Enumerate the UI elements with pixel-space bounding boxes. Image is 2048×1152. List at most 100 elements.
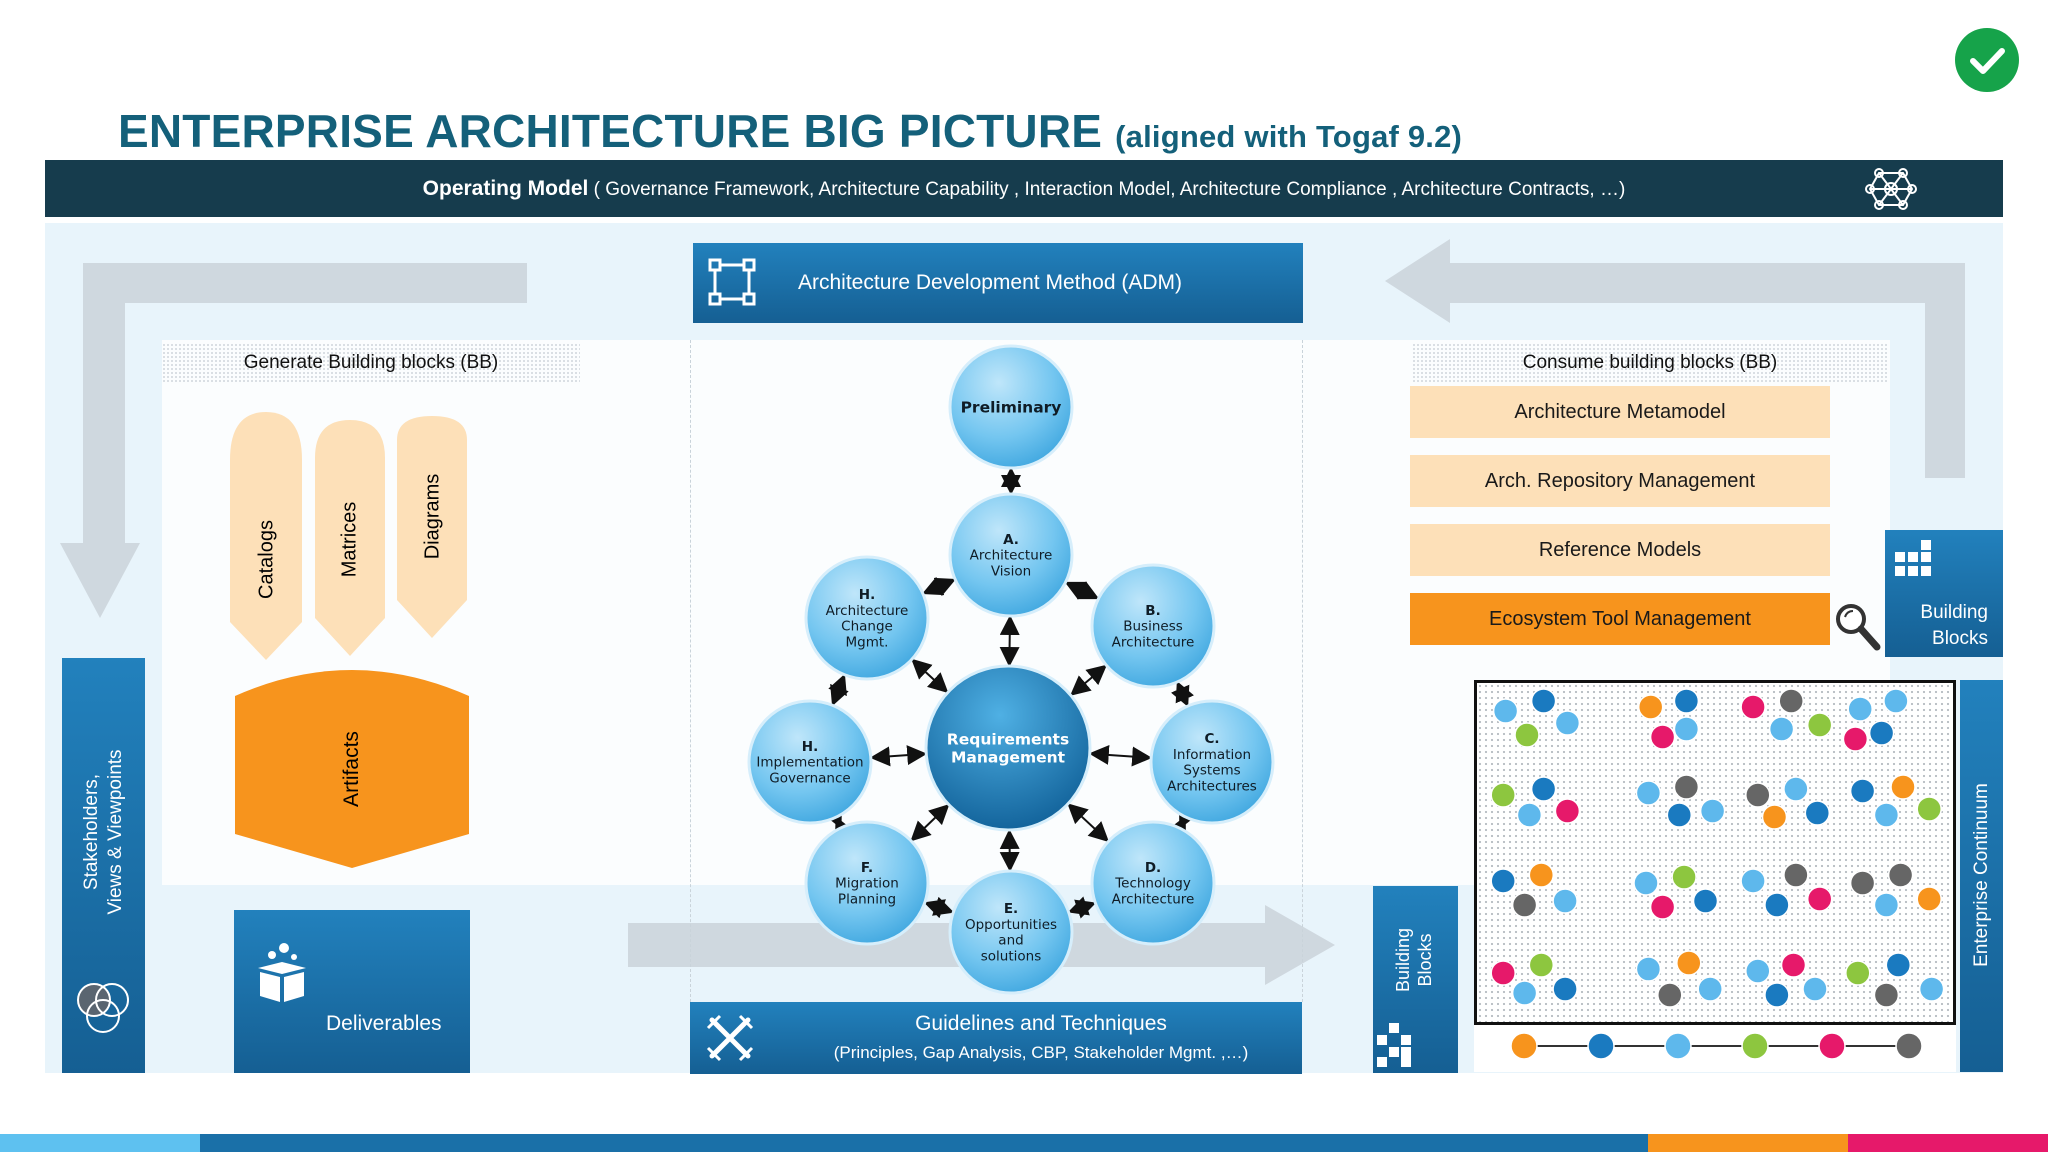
phase-a-line: Architecture: [970, 548, 1053, 564]
link-center-f: [910, 804, 950, 842]
building-block-ball: [1671, 864, 1697, 890]
phase-h-change-line: H.: [859, 587, 875, 603]
bb-bottom-line1: Building: [1393, 927, 1413, 993]
phase-e-line: and: [998, 933, 1023, 949]
continuum-ball: [1741, 1032, 1769, 1060]
generate-bb-header: Generate Building blocks (BB): [162, 343, 580, 383]
building-block-ball: [1516, 802, 1543, 828]
building-block-ball: [1554, 710, 1581, 736]
building-block-ball: [1635, 956, 1662, 982]
phase-b-line: Architecture: [1112, 635, 1195, 651]
consume-item-repository[interactable]: Arch. Repository Management: [1410, 455, 1830, 507]
guidelines-title: Guidelines and Techniques: [915, 1012, 1167, 1035]
building-block-ball: [1528, 862, 1555, 888]
building-block-ball: [1649, 894, 1676, 920]
building-block-ball: [1873, 802, 1900, 828]
building-block-ball: [1885, 952, 1912, 978]
building-block-ball: [1530, 688, 1557, 714]
bb-right-line2: Blocks: [1932, 628, 1988, 649]
phase-h-impl-line: Implementation: [756, 755, 863, 771]
building-block-ball: [1780, 952, 1807, 978]
operating-model-detail: ( Governance Framework, Architecture Cap…: [593, 179, 1626, 200]
building-block-ball: [1673, 716, 1700, 742]
building-block-ball: [1873, 982, 1900, 1008]
operating-model-label: Operating Model: [422, 177, 589, 200]
building-block-ball: [1649, 724, 1676, 750]
link-h-change-a: [921, 576, 957, 597]
title-main: ENTERPRISE ARCHITECTURE BIG PICTURE: [118, 105, 1103, 157]
bb-bottom-line2: Blocks: [1415, 933, 1435, 987]
building-block-ball: [1673, 774, 1700, 800]
link-h-impl-h-change: [828, 673, 849, 707]
building-block-ball: [1633, 870, 1659, 896]
diagrams-label: Diagrams: [421, 473, 444, 560]
magnifier-icon[interactable]: [1833, 601, 1881, 653]
building-block-ball: [1783, 862, 1809, 888]
link-e-f: [923, 896, 955, 919]
building-block-ball: [1890, 774, 1916, 800]
workflow-icon: [708, 258, 756, 306]
adm-cycle-diagram: RequirementsManagementPreliminaryA.Archi…: [747, 344, 1275, 995]
phase-preliminary-line: Preliminary: [961, 398, 1062, 416]
building-block-ball: [1847, 696, 1873, 722]
adm-header[interactable]: Architecture Development Method (ADM): [693, 243, 1303, 323]
building-block-ball: [1635, 780, 1662, 806]
operating-model-bar: Operating Model ( Governance Framework, …: [45, 160, 2003, 217]
link-c-d: [1167, 806, 1198, 839]
requirements-management-line: Requirements: [947, 730, 1069, 748]
continuum-ball: [1664, 1032, 1692, 1060]
network-icon: [1865, 168, 1917, 210]
building-block-ball: [1511, 980, 1538, 1006]
building-block-ball: [1528, 952, 1555, 978]
building-block-ball: [1849, 870, 1876, 896]
consume-item-reference-models[interactable]: Reference Models: [1410, 524, 1830, 576]
enterprise-continuum-label: Enterprise Continuum: [1971, 783, 1992, 967]
continuum-ball: [1587, 1032, 1615, 1060]
phase-c-line: Information: [1173, 747, 1251, 763]
phase-f-line: Planning: [838, 892, 896, 908]
deliverables-label: Deliverables: [326, 1012, 442, 1035]
building-block-ball: [1657, 982, 1683, 1008]
phase-f-line: Migration: [835, 876, 899, 892]
building-block-ball: [1552, 976, 1578, 1002]
deliverables-box[interactable]: Deliverables: [234, 910, 470, 1073]
catalogs-label: Catalogs: [255, 520, 278, 599]
building-block-ball: [1804, 800, 1831, 826]
phase-c-line: Architectures: [1167, 779, 1257, 795]
building-block-grid: [1474, 680, 1956, 1072]
link-b-c: [1170, 681, 1195, 707]
blocks-icon: [1377, 1023, 1411, 1067]
building-block-ball: [1783, 776, 1809, 802]
link-d-e: [1067, 896, 1097, 919]
building-block-ball: [1868, 720, 1895, 746]
building-block-ball: [1490, 782, 1516, 808]
building-block-ball: [1778, 688, 1804, 714]
enterprise-continuum-bar: Enterprise Continuum: [1960, 680, 2003, 1072]
venn-icon: [77, 983, 129, 1033]
building-block-ball: [1692, 888, 1719, 914]
building-block-ball: [1845, 960, 1871, 986]
continuum-ball: [1510, 1032, 1538, 1060]
building-block-ball: [1552, 888, 1578, 914]
guidelines-box[interactable]: Guidelines and Techniques (Principles, G…: [690, 1002, 1302, 1074]
consume-item-ecosystem[interactable]: Ecosystem Tool Management: [1410, 593, 1830, 645]
building-block-ball: [1554, 798, 1581, 824]
phase-a-line: Vision: [991, 564, 1031, 580]
phase-c-line: C.: [1204, 731, 1219, 747]
building-block-ball: [1676, 950, 1702, 976]
building-blocks-right: Building Blocks: [1885, 530, 2003, 657]
link-center-d: [1067, 803, 1110, 843]
building-block-ball: [1740, 868, 1766, 894]
link-center-e: [999, 828, 1020, 873]
building-block-ball: [1916, 796, 1942, 822]
building-block-ball: [1745, 958, 1771, 984]
phase-d-line: D.: [1145, 860, 1161, 876]
check-circle-icon[interactable]: [1954, 27, 2020, 93]
phase-d-line: Technology: [1114, 876, 1191, 892]
stakeholders-line1: Stakeholders,: [81, 773, 102, 891]
building-block-ball: [1699, 798, 1726, 824]
building-block-ball: [1802, 976, 1828, 1002]
continuum-strip: [1474, 1022, 1956, 1072]
consume-item-metamodel[interactable]: Architecture Metamodel: [1410, 386, 1830, 438]
consume-bb-header: Consume building blocks (BB): [1412, 343, 1888, 383]
